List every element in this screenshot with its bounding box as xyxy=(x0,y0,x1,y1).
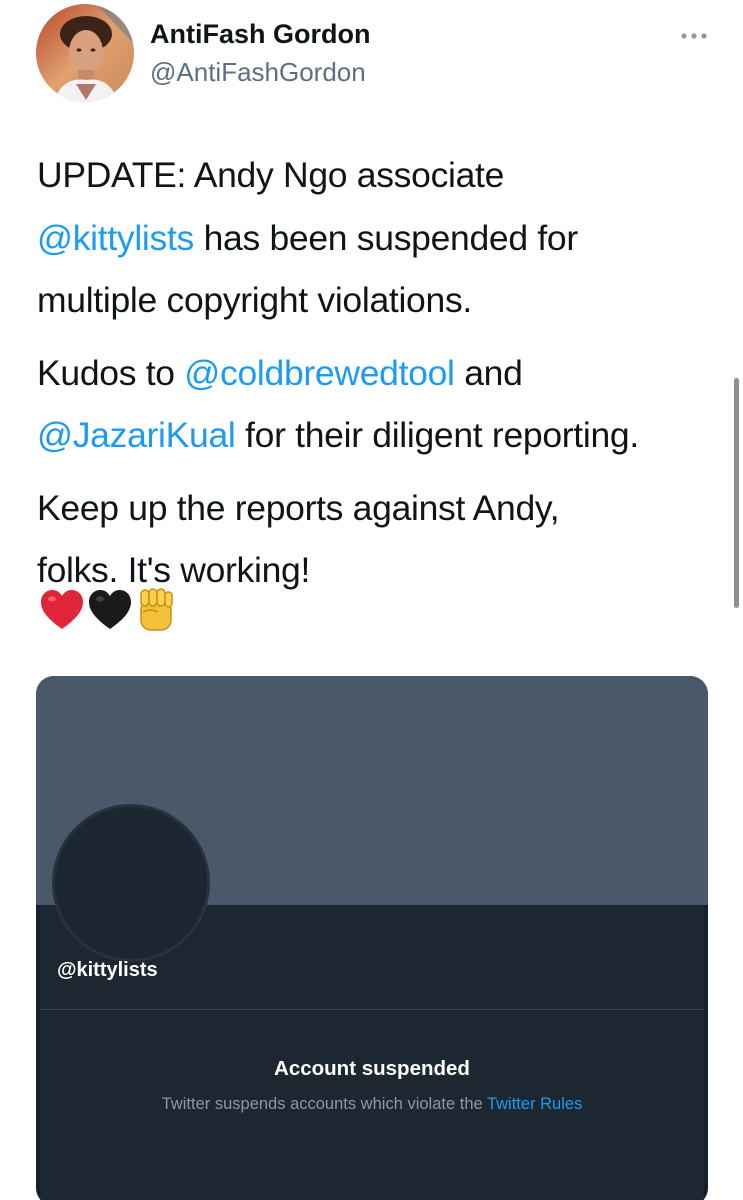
twitter-rules-link[interactable]: Twitter Rules xyxy=(487,1095,582,1113)
text-segment: has been suspended for xyxy=(194,217,579,258)
text-segment: for their diligent reporting. xyxy=(235,415,639,455)
suspended-profile-handle: @kittylists xyxy=(57,959,158,981)
author-display-name[interactable]: AntiFash Gordon xyxy=(150,19,370,50)
tweet-paragraph-1: UPDATE: Andy Ngo associate @kittylists h… xyxy=(37,144,727,332)
text-segment: and xyxy=(454,352,523,393)
suspended-subtitle: Twitter suspends accounts which violate … xyxy=(36,1095,708,1114)
tweet-text: UPDATE: Andy Ngo associate @kittylists h… xyxy=(37,144,727,612)
black-heart-icon xyxy=(89,590,131,629)
text-line: folks. It's working! xyxy=(37,550,311,590)
raised-fist-icon xyxy=(140,588,173,631)
embedded-image[interactable]: @kittylists Account suspended Twitter su… xyxy=(36,676,708,1200)
tweet-screenshot: AntiFash Gordon @AntiFashGordon UPDATE: … xyxy=(0,0,743,1200)
mention-link[interactable]: @kittylists xyxy=(37,218,194,258)
red-heart-icon xyxy=(41,590,83,629)
text-line: UPDATE: Andy Ngo associate xyxy=(37,155,505,195)
avatar-image xyxy=(36,4,134,102)
mention-link[interactable]: @coldbrewedtool xyxy=(184,353,455,393)
text-segment: Kudos to xyxy=(37,352,185,393)
text-line: Keep up the reports against Andy, xyxy=(37,487,560,528)
emoji-row xyxy=(38,586,178,634)
subtitle-text: Twitter suspends accounts which violate … xyxy=(161,1095,487,1113)
suspended-title: Account suspended xyxy=(274,1057,470,1080)
tweet-paragraph-2: Kudos to @coldbrewedtool and @JazariKual… xyxy=(37,342,727,467)
more-options-icon[interactable] xyxy=(676,22,712,50)
text-line: multiple copyright violations. xyxy=(37,280,472,320)
author-handle[interactable]: @AntiFashGordon xyxy=(150,57,366,88)
tweet-paragraph-3: Keep up the reports against Andy, folks.… xyxy=(37,477,727,602)
scrollbar-thumb[interactable] xyxy=(734,378,739,608)
divider xyxy=(40,1009,704,1010)
profile-avatar-placeholder xyxy=(52,804,210,962)
author-avatar[interactable] xyxy=(36,4,134,102)
mention-link[interactable]: @JazariKual xyxy=(37,415,236,455)
